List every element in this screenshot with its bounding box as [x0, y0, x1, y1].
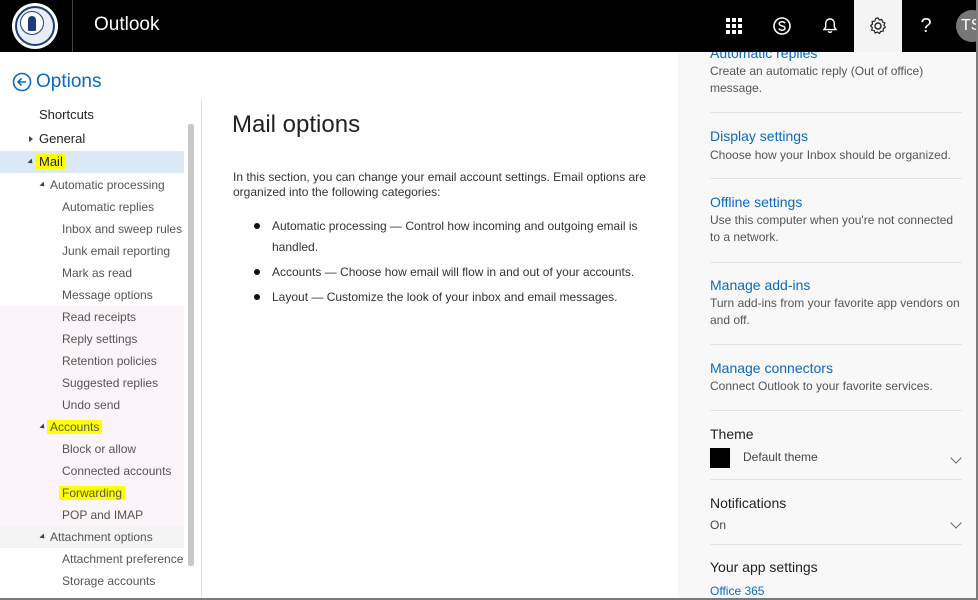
app-launcher-button[interactable]	[710, 0, 758, 52]
nav-forwarding-label: Forwarding	[59, 486, 126, 500]
nav-connected-accounts[interactable]: Connected accounts	[0, 460, 184, 482]
avatar[interactable]: TS	[956, 10, 978, 42]
nav-attachment-options[interactable]: Attachment options	[0, 526, 184, 548]
back-arrow-icon	[12, 72, 32, 92]
chevron-down-icon[interactable]	[950, 517, 962, 529]
top-bar: Outlook ? TS	[0, 0, 978, 52]
manage-addins-link[interactable]: Manage add-ins	[710, 277, 810, 293]
nav-inbox-sweep-rules[interactable]: Inbox and sweep rules	[0, 218, 184, 240]
notifications-heading: Notifications	[710, 495, 787, 511]
nav-forwarding[interactable]: Forwarding	[0, 482, 184, 504]
help-button[interactable]: ?	[902, 0, 950, 52]
list-item: Accounts — Choose how email will flow in…	[254, 262, 654, 283]
intro-text: In this section, you can change your ema…	[233, 170, 646, 199]
nav-block-or-allow[interactable]: Block or allow	[0, 438, 184, 460]
nav-storage-accounts[interactable]: Storage accounts	[0, 570, 184, 592]
automatic-replies-desc: Create an automatic reply (Out of office…	[710, 64, 924, 95]
options-nav: Shortcuts General Mail Automatic process…	[0, 104, 184, 600]
manage-connectors-desc: Connect Outlook to your favorite service…	[710, 379, 933, 393]
nav-automatic-processing[interactable]: Automatic processing	[0, 174, 184, 196]
nav-attachment-preference[interactable]: Attachment preference	[0, 548, 184, 570]
nav-general[interactable]: General	[0, 128, 184, 150]
skype-button[interactable]	[758, 0, 806, 52]
manage-connectors-link[interactable]: Manage connectors	[710, 360, 833, 376]
gear-icon	[869, 17, 886, 35]
category-list: Automatic processing — Control how incom…	[254, 216, 654, 312]
collapse-caret-icon[interactable]	[39, 533, 47, 541]
manage-addins-desc: Turn add-ins from your favorite app vend…	[710, 296, 960, 327]
settings-button[interactable]	[854, 0, 902, 52]
automatic-replies-link[interactable]: Automatic replies	[710, 52, 817, 61]
app-settings-heading: Your app settings	[710, 559, 818, 575]
nav-undo-send[interactable]: Undo send	[0, 394, 184, 416]
nav-read-receipts[interactable]: Read receipts	[0, 306, 184, 328]
expand-caret-icon[interactable]	[29, 136, 33, 142]
nav-suggested-replies[interactable]: Suggested replies	[0, 372, 184, 394]
offline-settings-link[interactable]: Offline settings	[710, 194, 802, 210]
page-title: Mail options	[232, 111, 361, 138]
nav-message-options[interactable]: Message options	[0, 284, 184, 306]
nav-reply-settings[interactable]: Reply settings	[0, 328, 184, 350]
collapse-caret-icon[interactable]	[39, 181, 47, 189]
nav-shortcuts[interactable]: Shortcuts	[0, 104, 184, 126]
nav-scrollbar[interactable]	[188, 124, 194, 566]
list-item: Layout — Customize the look of your inbo…	[254, 287, 654, 308]
list-item: Automatic processing — Control how incom…	[254, 216, 654, 258]
nav-mail[interactable]: Mail	[0, 151, 184, 173]
app-launcher-icon	[726, 18, 742, 34]
display-settings-desc: Choose how your Inbox should be organize…	[710, 148, 951, 162]
notifications-select[interactable]: On	[710, 518, 726, 532]
chevron-down-icon[interactable]	[950, 452, 962, 464]
theme-heading: Theme	[710, 426, 754, 442]
options-title: Options	[36, 71, 102, 92]
nav-automatic-replies[interactable]: Automatic replies	[0, 196, 184, 218]
collapse-caret-icon[interactable]	[27, 158, 35, 166]
topbar-divider	[72, 0, 73, 52]
help-icon: ?	[920, 14, 932, 37]
nav-accounts-label: Accounts	[47, 420, 103, 434]
nav-accounts[interactable]: Accounts	[0, 416, 184, 438]
nav-pop-imap[interactable]: POP and IMAP	[0, 504, 184, 526]
offline-settings-desc: Use this computer when you're not connec…	[710, 213, 954, 244]
display-settings-link[interactable]: Display settings	[710, 128, 808, 144]
notifications-button[interactable]	[806, 0, 854, 52]
collapse-caret-icon[interactable]	[39, 423, 47, 431]
nav-mark-as-read[interactable]: Mark as read	[0, 262, 184, 284]
theme-swatch[interactable]	[710, 448, 730, 468]
office365-link[interactable]: Office 365	[710, 584, 764, 598]
nav-junk-reporting[interactable]: Junk email reporting	[0, 240, 184, 262]
nav-retention-policies[interactable]: Retention policies	[0, 350, 184, 372]
bell-icon	[822, 18, 838, 34]
theme-select[interactable]: Default theme	[743, 450, 818, 464]
skype-icon	[773, 17, 791, 35]
nav-mail-label: Mail	[36, 154, 66, 169]
options-back-button[interactable]: Options	[12, 71, 101, 93]
app-title[interactable]: Outlook	[94, 14, 159, 36]
quick-settings-panel: Automatic replies Create an automatic re…	[678, 52, 978, 600]
organization-logo[interactable]	[12, 3, 58, 49]
nav-divider	[201, 100, 202, 600]
